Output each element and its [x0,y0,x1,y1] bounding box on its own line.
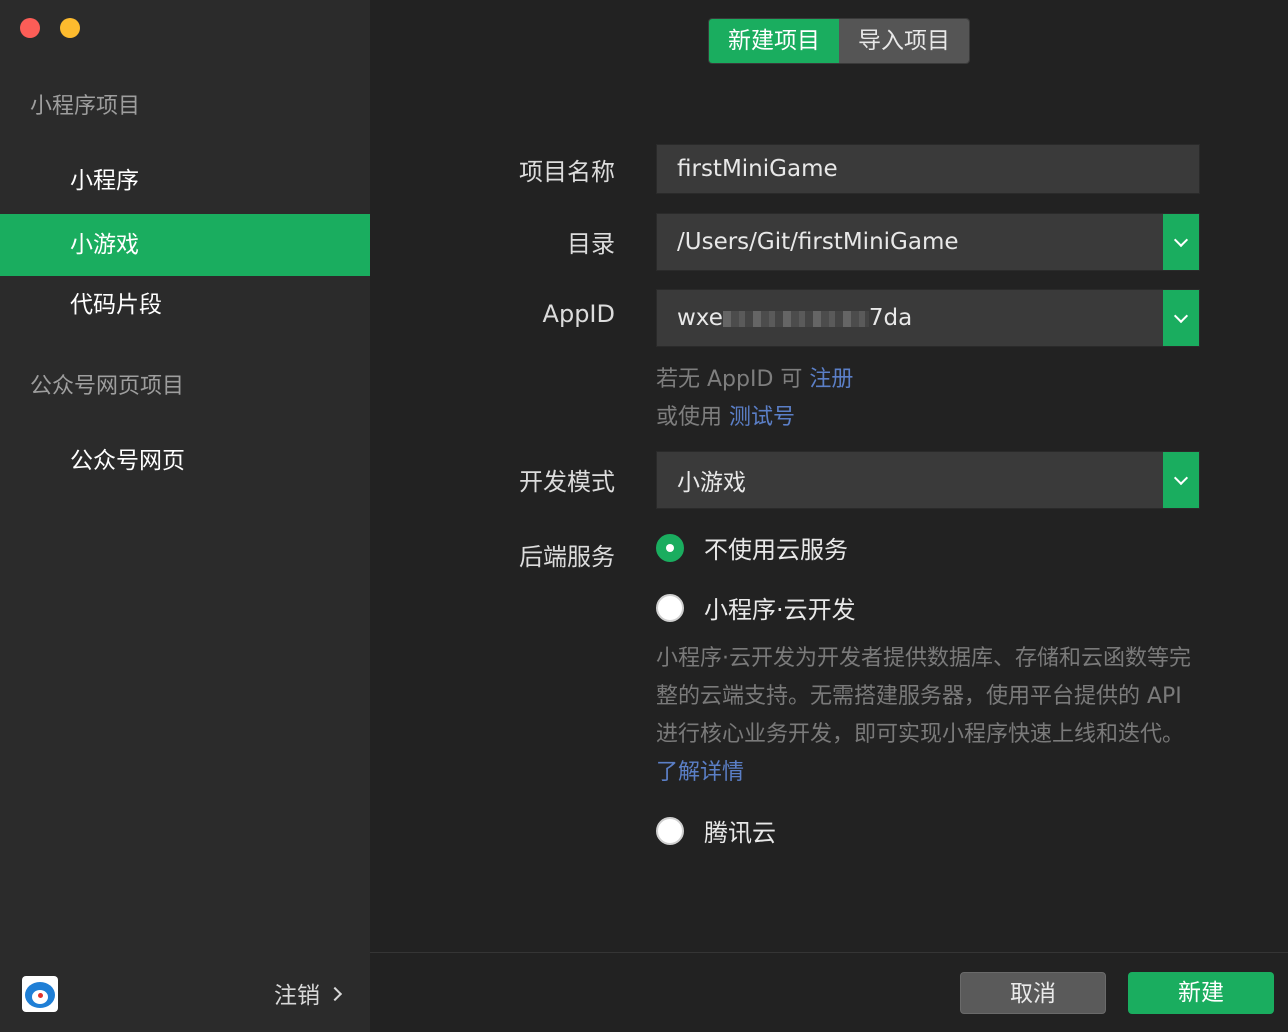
chevron-down-icon [1174,471,1188,485]
tab-new-project[interactable]: 新建项目 [709,19,839,63]
directory-select[interactable]: /Users/Git/firstMiniGame [656,213,1200,271]
dev-mode-dropdown-button[interactable] [1163,452,1199,508]
appid-dropdown-button[interactable] [1163,290,1199,346]
appid-hint-text: 若无 AppID 可 [656,367,802,392]
directory-value: /Users/Git/firstMiniGame [677,229,1163,255]
radio-cloud-dev-label: 小程序·云开发 [704,590,856,625]
radio-cloud-dev[interactable]: 小程序·云开发 [656,590,856,625]
dev-mode-select[interactable]: 小游戏 [656,451,1200,509]
radio-no-cloud-label: 不使用云服务 [704,530,848,565]
project-name-label: 项目名称 [519,152,615,187]
redacted-appid [723,311,869,327]
footer-divider [370,952,1288,953]
directory-dropdown-button[interactable] [1163,214,1199,270]
radio-tencent-cloud-label: 腾讯云 [704,813,776,848]
create-button[interactable]: 新建 [1128,972,1274,1014]
appid-value: wxe 7da [677,305,1163,331]
test-hint-text: 或使用 [656,405,722,430]
appid-register-hint: 若无 AppID 可 注册 [656,361,853,393]
dev-mode-value: 小游戏 [677,463,1163,497]
main-panel: 新建项目 导入项目 项目名称 firstMiniGame 目录 /Users/G… [370,0,1288,1032]
appid-label: AppID [543,300,615,328]
sidebar-item-miniprogram[interactable]: 小程序 [0,150,370,212]
sidebar-item-code-snippet[interactable]: 代码片段 [0,274,370,336]
appid-select[interactable]: wxe 7da [656,289,1200,347]
user-avatar[interactable] [22,976,58,1012]
sidebar-item-official-webpage[interactable]: 公众号网页 [0,430,370,492]
test-account-link[interactable]: 测试号 [729,405,795,430]
radio-unchecked-icon[interactable] [656,817,684,845]
dev-mode-label: 开发模式 [519,462,615,497]
cloud-dev-description-text: 小程序·云开发为开发者提供数据库、存储和云函数等完整的云端支持。无需搭建服务器，… [656,646,1191,747]
avatar-detail [38,993,43,998]
logout-button[interactable]: 注销 [274,976,340,1010]
directory-label: 目录 [567,224,615,259]
chevron-right-icon [328,987,342,1001]
appid-prefix: wxe [677,305,723,331]
close-window-button[interactable] [20,18,40,38]
minimize-window-button[interactable] [60,18,80,38]
radio-tencent-cloud[interactable]: 腾讯云 [656,813,776,848]
sidebar-item-minigame[interactable]: 小游戏 [0,214,370,276]
test-account-hint: 或使用 测试号 [656,399,795,431]
radio-no-cloud[interactable]: 不使用云服务 [656,530,848,565]
new-project-window: 小程序项目 小程序 小游戏 代码片段 公众号网页项目 公众号网页 注销 新建项目… [0,0,1288,1032]
sidebar: 小程序项目 小程序 小游戏 代码片段 公众号网页项目 公众号网页 注销 [0,0,370,1032]
project-type-tabs: 新建项目 导入项目 [708,18,970,64]
backend-label: 后端服务 [519,537,615,572]
cloud-dev-description: 小程序·云开发为开发者提供数据库、存储和云函数等完整的云端支持。无需搭建服务器，… [656,640,1196,792]
sidebar-section-official-account: 公众号网页项目 [30,368,184,400]
cancel-button[interactable]: 取消 [960,972,1106,1014]
tab-import-project[interactable]: 导入项目 [839,19,969,63]
radio-checked-icon[interactable] [656,534,684,562]
project-name-input[interactable]: firstMiniGame [656,144,1200,194]
appid-suffix: 7da [869,305,912,331]
project-name-value: firstMiniGame [677,156,1199,182]
register-link[interactable]: 注册 [809,367,853,392]
radio-unchecked-icon[interactable] [656,594,684,622]
chevron-down-icon [1174,233,1188,247]
learn-more-link[interactable]: 了解详情 [656,760,744,785]
chevron-down-icon [1174,309,1188,323]
logout-label: 注销 [274,976,320,1010]
sidebar-section-miniprogram: 小程序项目 [30,88,140,120]
